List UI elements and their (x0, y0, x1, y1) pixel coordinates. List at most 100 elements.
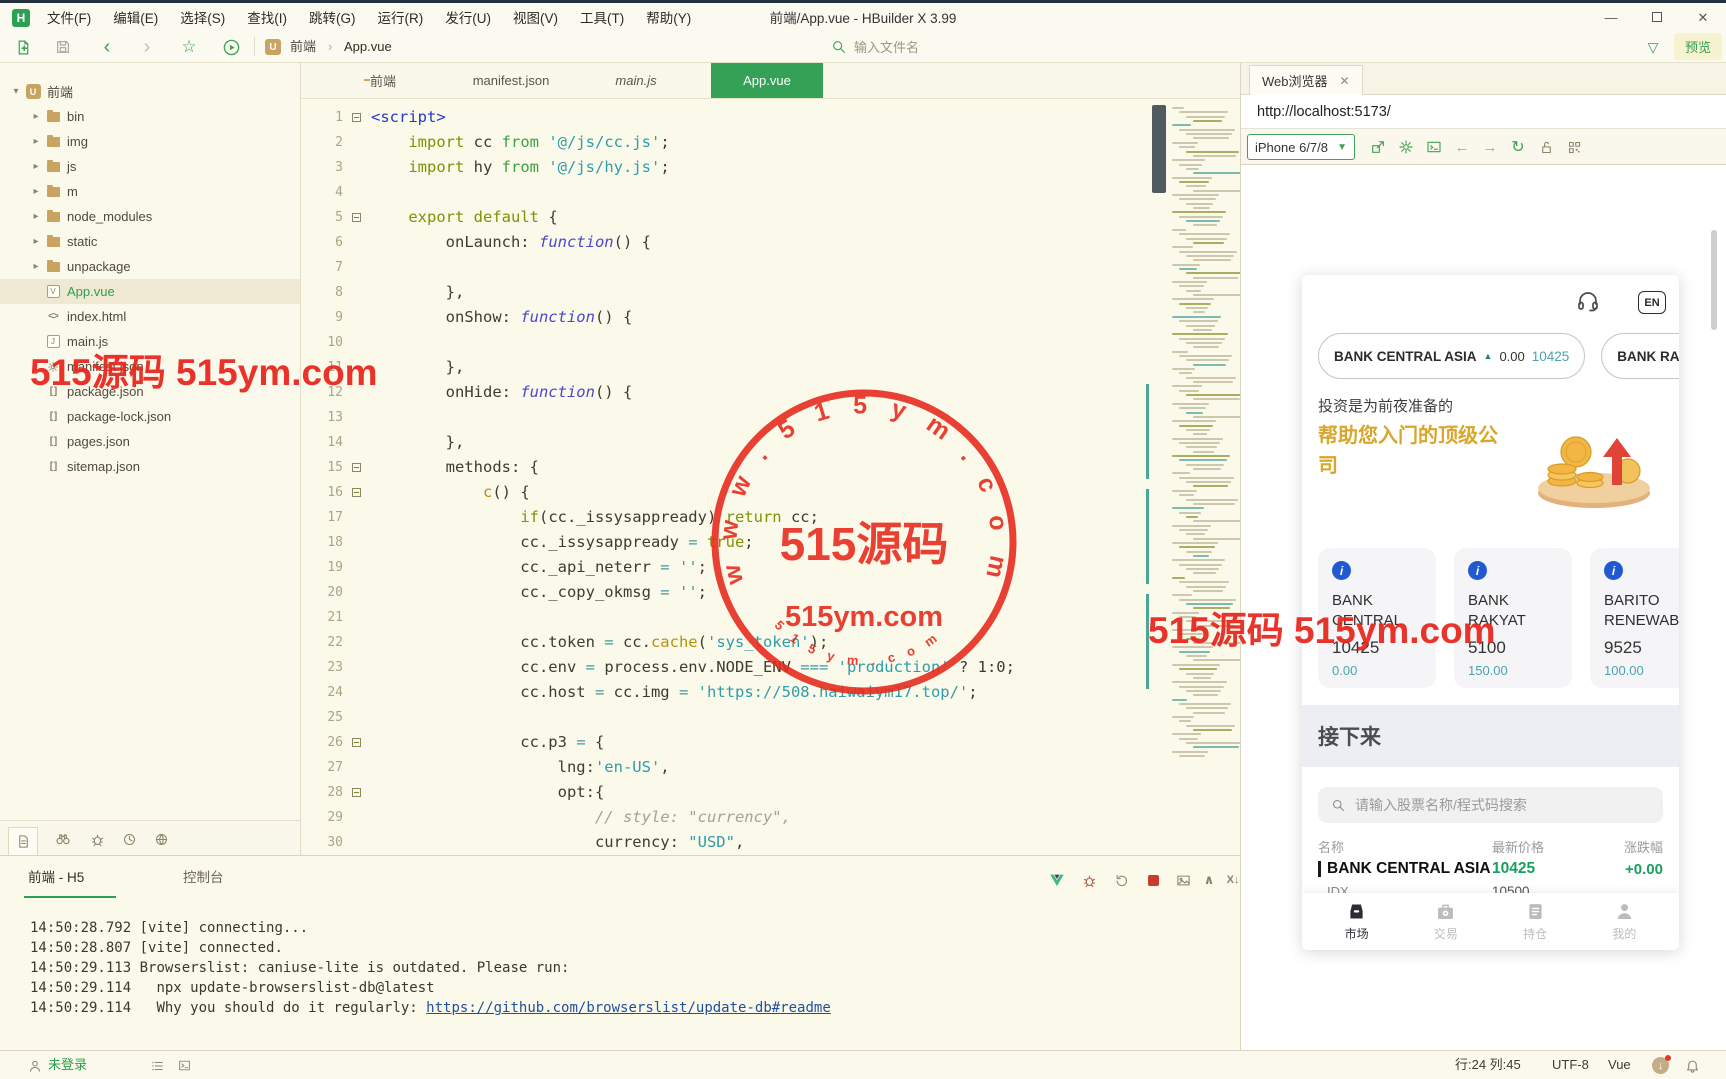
tree-row-bin[interactable]: ▸bin (0, 104, 300, 129)
browser-tab-close-icon[interactable]: ✕ (1340, 74, 1350, 88)
web-globe-icon[interactable] (150, 828, 172, 850)
tree-row-js[interactable]: ▸js (0, 154, 300, 179)
tree-row-index.html[interactable]: <>index.html (0, 304, 300, 329)
ticker-pill-0[interactable]: BANK CENTRAL ASIA▲0.0010425 (1318, 333, 1585, 379)
filename-search-input[interactable] (854, 36, 1414, 58)
favorite-star-button[interactable]: ☆ (178, 36, 200, 58)
menu-item-7[interactable]: 视图(V) (502, 6, 569, 32)
preview-button[interactable]: 预览 (1674, 33, 1722, 60)
fold-marker-icon[interactable] (343, 455, 371, 480)
tree-row-unpackage[interactable]: ▸unpackage (0, 254, 300, 279)
cursor-position[interactable]: 行:24 列:45 (1455, 1051, 1521, 1079)
terminal-icon[interactable] (176, 1057, 193, 1074)
chevron-collapsed-icon[interactable]: ▸ (28, 111, 44, 122)
tree-row-pages.json[interactable]: [ ]pages.json (0, 429, 300, 454)
close-button[interactable]: ✕ (1680, 4, 1726, 32)
stock-search-input[interactable] (1355, 797, 1635, 813)
maximize-button[interactable] (1634, 4, 1680, 32)
tree-row-App.vue[interactable]: VApp.vue (0, 279, 300, 304)
screenshot-icon[interactable] (1174, 871, 1192, 889)
chevron-collapsed-icon[interactable]: ▸ (28, 236, 44, 247)
minimize-button[interactable]: — (1588, 4, 1634, 32)
chevron-collapsed-icon[interactable]: ▸ (28, 261, 44, 272)
fold-marker-icon[interactable] (343, 105, 371, 130)
login-status[interactable]: 未登录 (48, 1051, 87, 1079)
menu-item-4[interactable]: 跳转(G) (298, 6, 367, 32)
menu-item-0[interactable]: 文件(F) (36, 6, 102, 32)
minimap-viewport-slider[interactable] (1152, 105, 1166, 193)
vue-filter-icon[interactable] (1048, 871, 1066, 889)
language-badge[interactable]: EN (1638, 291, 1666, 314)
device-select[interactable]: iPhone 6/7/8 ▼ (1247, 134, 1355, 160)
devtools-console-icon[interactable] (1425, 138, 1443, 156)
tree-row-img[interactable]: ▸img (0, 129, 300, 154)
editor-tab-前端[interactable]: 前端 (345, 63, 415, 98)
debug-bug-icon[interactable] (86, 828, 108, 850)
nav-item-我的[interactable]: 我的 (1580, 893, 1669, 950)
language-mode[interactable]: Vue (1608, 1051, 1631, 1079)
headset-icon[interactable] (1576, 289, 1600, 313)
console-tab-console[interactable]: 控制台 (183, 856, 224, 900)
menu-item-1[interactable]: 编辑(E) (102, 6, 169, 32)
tree-row-m[interactable]: ▸m (0, 179, 300, 204)
browser-tab[interactable]: Web浏览器 ✕ (1249, 65, 1363, 95)
tree-row-package-lock.json[interactable]: [ ]package-lock.json (0, 404, 300, 429)
filter-icon[interactable]: ▽ (1642, 36, 1664, 58)
console-tab-h5[interactable]: 前端 - H5 (28, 856, 84, 900)
forward-arrow-icon[interactable]: → (1481, 138, 1499, 156)
search-binoculars-icon[interactable] (52, 828, 74, 850)
new-file-button[interactable] (12, 36, 34, 58)
encoding[interactable]: UTF-8 (1552, 1051, 1589, 1079)
settings-gear-icon[interactable] (1397, 138, 1415, 156)
refresh-icon[interactable]: ↻ (1509, 138, 1527, 156)
menu-item-8[interactable]: 工具(T) (569, 6, 635, 32)
debug-bug-icon[interactable] (1080, 871, 1098, 889)
nav-forward-button[interactable]: › (136, 36, 158, 58)
menu-item-2[interactable]: 选择(S) (169, 6, 236, 32)
stock-search-box[interactable] (1318, 787, 1663, 823)
fold-marker-icon[interactable] (343, 780, 371, 805)
stock-card-2[interactable]: iBARITO RENEWABLES9525100.00 (1590, 548, 1679, 688)
tree-row-node_modules[interactable]: ▸node_modules (0, 204, 300, 229)
breadcrumb-project[interactable]: 前端 (290, 36, 316, 58)
restart-icon[interactable] (1112, 871, 1130, 889)
nav-back-button[interactable]: ‹ (96, 36, 118, 58)
chevron-collapsed-icon[interactable]: ▸ (28, 211, 44, 222)
minimap[interactable] (1146, 99, 1238, 855)
chevron-collapsed-icon[interactable]: ▸ (28, 136, 44, 147)
editor-tab-main.js[interactable]: main.js (601, 63, 671, 98)
menu-item-6[interactable]: 发行(U) (434, 6, 502, 32)
unlock-icon[interactable] (1537, 138, 1555, 156)
tree-row-project[interactable]: ▾U前端 (0, 79, 300, 104)
run-button[interactable] (220, 36, 242, 58)
stop-icon[interactable] (1144, 871, 1162, 889)
editor-tab-App.vue[interactable]: App.vue (711, 63, 823, 98)
fold-marker-icon[interactable] (343, 205, 371, 230)
tree-row-sitemap.json[interactable]: [ ]sitemap.json (0, 454, 300, 479)
save-button[interactable] (52, 36, 74, 58)
breadcrumb-file[interactable]: App.vue (344, 36, 392, 58)
notification-bell-icon[interactable] (1684, 1057, 1701, 1074)
nav-item-交易[interactable]: 交易 (1401, 893, 1490, 950)
outline-list-icon[interactable] (148, 1057, 165, 1074)
history-clock-icon[interactable] (118, 828, 140, 850)
chevron-collapsed-icon[interactable]: ▸ (28, 161, 44, 172)
tree-row-static[interactable]: ▸static (0, 229, 300, 254)
qrcode-icon[interactable] (1565, 138, 1583, 156)
editor-tab-manifest.json[interactable]: manifest.json (456, 63, 566, 98)
stock-row[interactable]: BANK CENTRAL ASIA10425+0.00 (1318, 860, 1663, 878)
chevron-expanded-icon[interactable]: ▾ (8, 86, 24, 97)
fold-marker-icon[interactable] (343, 480, 371, 505)
url-input[interactable] (1241, 104, 1707, 120)
menu-item-3[interactable]: 查找(I) (236, 6, 298, 32)
nav-item-市场[interactable]: 市场 (1312, 893, 1401, 950)
viewport-scrollbar[interactable] (1711, 230, 1717, 330)
back-arrow-icon[interactable]: ← (1453, 138, 1471, 156)
collapse-icon[interactable]: ∧ (1200, 871, 1218, 889)
console-link[interactable]: https://github.com/browserslist/update-d… (426, 1000, 831, 1016)
ticker-pill-1[interactable]: BANK RAKYAT (1601, 333, 1679, 379)
menu-item-5[interactable]: 运行(R) (367, 6, 435, 32)
fold-marker-icon[interactable] (343, 730, 371, 755)
menu-item-9[interactable]: 帮助(Y) (635, 6, 702, 32)
open-external-icon[interactable] (1369, 138, 1387, 156)
